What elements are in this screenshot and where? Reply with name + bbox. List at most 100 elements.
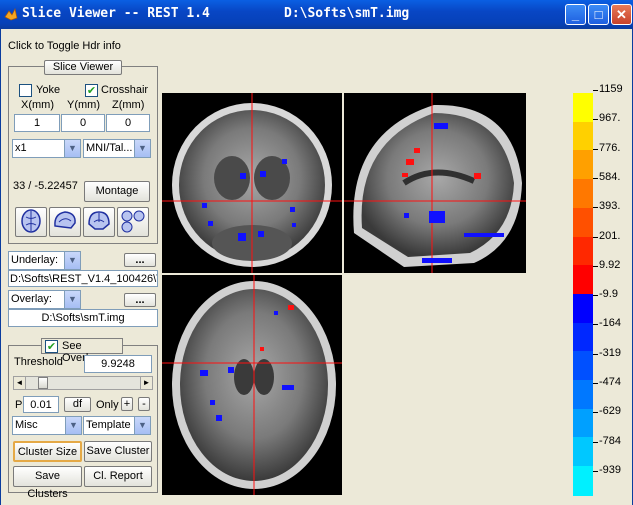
slice-viewer-button[interactable]: Slice Viewer: [44, 60, 122, 75]
colorbar-label: -9.9: [599, 288, 618, 301]
colorbar-label: -319: [599, 346, 622, 359]
colorbar-tick: [593, 148, 598, 150]
sagittal-view[interactable]: [344, 93, 526, 273]
colorbar-segment: [573, 437, 593, 468]
colorbar-segment: [573, 236, 593, 267]
misc-value: Misc: [15, 419, 38, 431]
chevron-down-icon: ▼: [64, 252, 80, 269]
yoke-label: Yoke: [36, 84, 61, 96]
colorbar-segment: [573, 121, 593, 152]
colorbar-label: 393.: [599, 200, 621, 213]
colorbar-segment: [573, 179, 593, 209]
coronal-view-button[interactable]: [83, 207, 115, 237]
save-clusters-button[interactable]: Save Clusters: [13, 466, 82, 500]
chevron-down-icon: ▼: [64, 291, 80, 308]
colorbar-segment: [573, 293, 593, 324]
plus-button[interactable]: +: [121, 397, 133, 411]
sagittal-view-button[interactable]: [49, 207, 81, 237]
p-label: P: [15, 399, 23, 411]
colorbar-segment: [573, 466, 593, 496]
colorbar-label: -474: [599, 376, 622, 388]
template-value: Template: [86, 419, 131, 431]
yoke-checkbox[interactable]: [19, 84, 32, 97]
montage-button[interactable]: Montage: [84, 181, 150, 202]
colorbar-label: -629: [599, 405, 622, 418]
overlay-browse-button[interactable]: ...: [124, 293, 156, 307]
voxel-info: 33 / -5.22457: [13, 180, 78, 192]
colorbar-label: 776.: [599, 141, 621, 154]
minimize-button[interactable]: _: [565, 4, 586, 25]
colorbar-tick: [593, 265, 598, 267]
colorbar-tick: [593, 470, 598, 472]
colorbar-label: -784: [599, 434, 622, 447]
slider-left-arrow[interactable]: ◄: [14, 377, 26, 389]
overlay-select[interactable]: Overlay: ▼: [8, 290, 81, 309]
save-cluster-button[interactable]: Save Cluster: [84, 441, 152, 462]
see-overlay-header: ✔ See Overlay: [41, 338, 123, 364]
axial-view-button[interactable]: [15, 207, 47, 237]
chevron-down-icon: ▼: [134, 140, 150, 157]
cluster-size-button[interactable]: Cluster Size: [13, 441, 82, 462]
maximize-button[interactable]: □: [588, 4, 609, 25]
threshold-input[interactable]: 9.9248: [84, 355, 152, 373]
template-space-select[interactable]: MNI/Tal... ▼: [83, 139, 151, 158]
window-path: D:\Softs\smT.img: [284, 6, 410, 21]
colorbar-segment: [573, 322, 593, 353]
crosshair-label: Crosshair: [101, 84, 149, 96]
template-select[interactable]: Template ▼: [83, 416, 151, 435]
axial-brain-icon: [21, 209, 41, 233]
colorbar-tick: [593, 119, 598, 121]
colorbar-segment: [573, 408, 593, 439]
slider-right-arrow[interactable]: ►: [140, 377, 152, 389]
colorbar-label: 201.: [599, 229, 621, 242]
see-overlay-checkbox[interactable]: ✔: [45, 340, 58, 353]
z-mm-input[interactable]: 0: [106, 114, 150, 132]
colorbar-segment: [573, 351, 593, 381]
p-value-input[interactable]: 0.01: [23, 396, 59, 413]
colorbar-tick: [593, 236, 598, 238]
colorbar-tick: [593, 324, 598, 326]
close-button[interactable]: ✕: [611, 4, 632, 25]
overlay-label: Overlay:: [11, 293, 52, 305]
underlay-browse-button[interactable]: ...: [124, 253, 156, 267]
colorbar-tick: [593, 353, 598, 355]
underlay-path-field[interactable]: D:\Softs\REST_V1.4_100426\T: [8, 270, 158, 287]
colorbar-tick: [593, 383, 598, 384]
sagittal-brain-icon: [54, 211, 76, 229]
colorbar-label: 584.: [599, 170, 621, 183]
underlay-select[interactable]: Underlay: ▼: [8, 251, 81, 270]
misc-select[interactable]: Misc ▼: [12, 416, 82, 435]
cluster-report-button[interactable]: Cl. Report: [84, 466, 152, 487]
coronal-brain-icon: [88, 211, 110, 230]
colorbar-label: 967.: [599, 112, 621, 125]
zoom-select[interactable]: x1 ▼: [12, 139, 81, 158]
chevron-down-icon: ▼: [134, 417, 150, 434]
colorbar-tick: [593, 177, 598, 179]
minus-button[interactable]: -: [138, 397, 150, 411]
slider-thumb[interactable]: [38, 377, 49, 389]
window-title: Slice Viewer -- REST 1.4: [22, 6, 210, 21]
colorbar-segment: [573, 150, 593, 181]
crosshair-checkbox[interactable]: ✔: [85, 84, 98, 97]
x-mm-input[interactable]: 1: [14, 114, 60, 132]
coronal-view[interactable]: [162, 93, 342, 273]
overlay-path-field[interactable]: D:\Softs\smT.img: [8, 309, 158, 327]
colorbar-segment: [573, 207, 593, 238]
threshold-slider[interactable]: ◄ ►: [13, 376, 153, 390]
brain-views[interactable]: [162, 93, 582, 495]
colorbar-label: 9.92: [599, 258, 621, 271]
y-mm-input[interactable]: 0: [61, 114, 105, 132]
zoom-select-value: x1: [15, 142, 27, 154]
all-views-button[interactable]: [117, 207, 149, 237]
chevron-down-icon: ▼: [64, 140, 80, 157]
colorbar-tick: [593, 90, 598, 91]
df-button[interactable]: df: [64, 397, 91, 412]
z-mm-label: Z(mm): [112, 99, 145, 111]
three-views-icon: [121, 210, 145, 233]
colorbar-label: 1159: [599, 83, 623, 95]
underlay-label: Underlay:: [11, 254, 59, 266]
toggle-hdr-info[interactable]: Click to Toggle Hdr info: [8, 40, 121, 52]
axial-view[interactable]: [162, 275, 342, 495]
colorbar-segment: [573, 265, 593, 295]
colorbar-segment: [573, 380, 593, 410]
